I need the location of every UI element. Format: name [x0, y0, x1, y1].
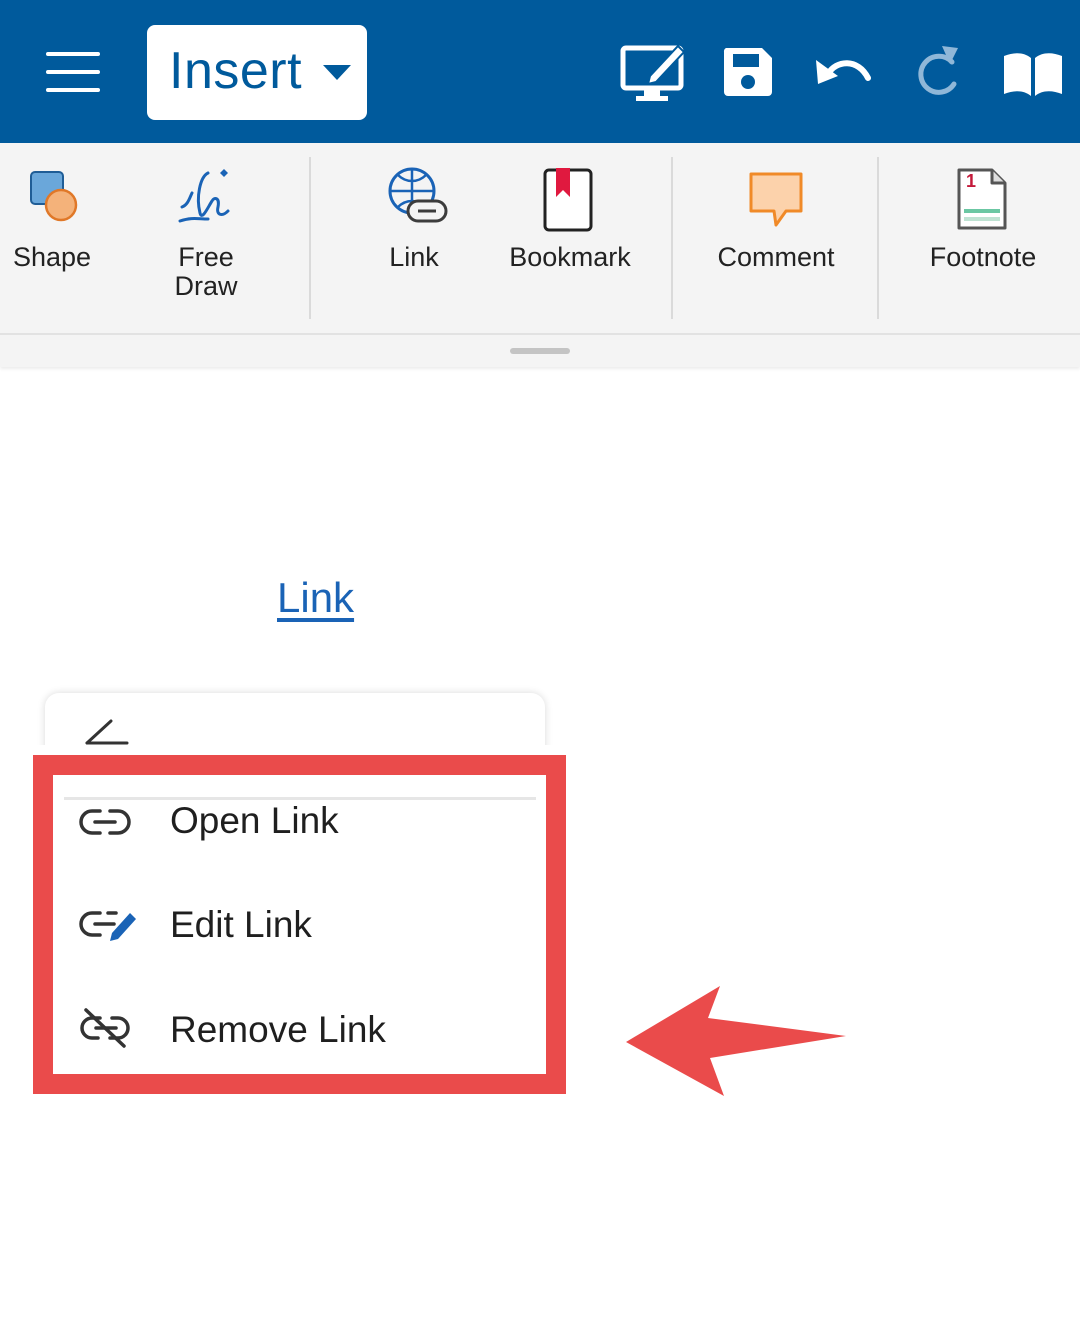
- menu-item-label: Remove Link: [170, 1009, 386, 1050]
- ribbon-comment-label: Comment: [717, 242, 835, 272]
- edit-link-icon: [79, 911, 136, 941]
- mode-dropdown-label: Insert: [169, 42, 303, 100]
- ribbon-comment-button[interactable]: Comment: [706, 143, 846, 333]
- drag-handle[interactable]: [510, 348, 570, 354]
- edit-icon: [85, 719, 129, 745]
- read-mode-icon[interactable]: [1002, 50, 1064, 98]
- menu-item-edit-link[interactable]: Edit Link: [60, 893, 536, 973]
- app-toolbar: Insert: [0, 0, 1080, 143]
- ribbon-link-button[interactable]: Link: [360, 143, 468, 333]
- menu-item-remove-link[interactable]: Remove Link: [60, 998, 536, 1078]
- mode-dropdown[interactable]: Insert: [147, 25, 367, 120]
- ribbon-link-label: Link: [389, 242, 439, 272]
- menu-item-open-link[interactable]: Open Link: [60, 789, 536, 869]
- footnote-number: 1: [966, 171, 977, 191]
- ribbon-bookmark-label: Bookmark: [509, 242, 631, 272]
- comment-icon: [749, 172, 803, 227]
- edit-mode-icon[interactable]: [620, 40, 688, 104]
- shape-icon: [30, 171, 78, 222]
- ribbon-separator: [309, 157, 311, 319]
- free-draw-icon: [178, 169, 230, 223]
- open-link-icon: [79, 809, 131, 835]
- undo-icon[interactable]: [814, 52, 872, 92]
- menu-item-label: Edit Link: [170, 904, 312, 945]
- menu-item-label: Open Link: [170, 800, 339, 841]
- chevron-down-icon: [323, 65, 351, 80]
- ribbon-shape-label: Shape: [12, 242, 92, 272]
- footnote-icon: [957, 168, 1007, 230]
- ribbon-shape-button[interactable]: Shape: [0, 143, 104, 333]
- ribbon-free-draw-label: Free Draw: [174, 242, 238, 301]
- ribbon-footnote-label: Footnote: [929, 242, 1037, 272]
- ribbon-collapse-bar[interactable]: [0, 333, 1080, 367]
- bookmark-icon: [543, 168, 593, 232]
- insert-ribbon: Shape Free Draw Link Bookmark Comment 1 …: [0, 143, 1080, 333]
- ribbon-bookmark-button[interactable]: Bookmark: [500, 143, 640, 333]
- ribbon-free-draw-button[interactable]: Free Draw: [140, 143, 272, 333]
- link-icon: [388, 167, 448, 223]
- ribbon-separator: [877, 157, 879, 319]
- redo-icon[interactable]: [914, 44, 962, 100]
- ribbon-separator: [671, 157, 673, 319]
- annotation-arrow-icon: [626, 986, 846, 1096]
- document-hyperlink[interactable]: Link: [277, 574, 354, 622]
- remove-link-icon: [80, 1008, 130, 1048]
- ribbon-footnote-button[interactable]: 1 Footnote: [916, 143, 1050, 333]
- save-icon[interactable]: [722, 46, 774, 98]
- menu-icon[interactable]: [44, 48, 102, 96]
